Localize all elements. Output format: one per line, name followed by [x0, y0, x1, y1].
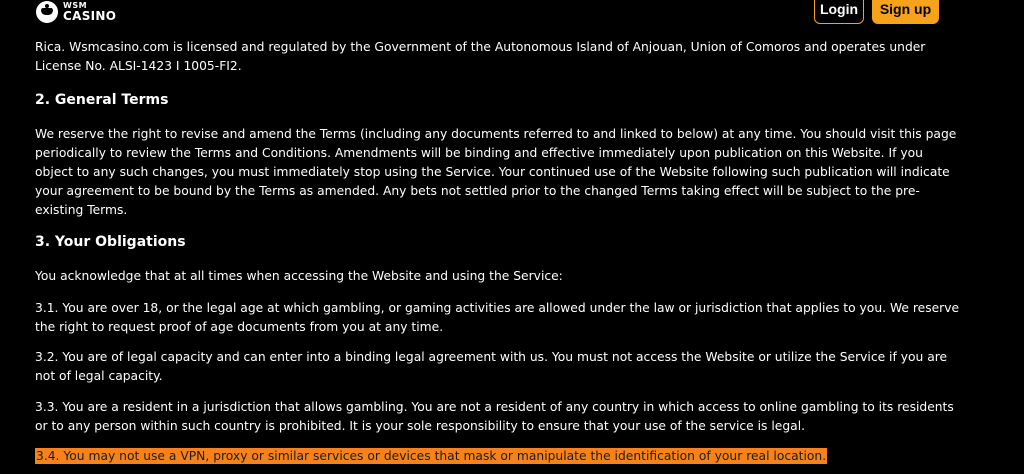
- clause-3-3-line-2: or to any person within such country is …: [35, 419, 806, 433]
- general-terms-line-5: existing Terms.: [35, 203, 128, 217]
- general-terms-line-4: your agreement to be bound by the Terms …: [35, 184, 920, 198]
- general-terms-line-1: We reserve the right to revise and amend…: [35, 127, 957, 141]
- clause-3-4: 3.4. You may not use a VPN, proxy or sim…: [35, 447, 828, 465]
- obligations-heading: 3. Your Obligations: [35, 234, 186, 250]
- clause-3-2-line-2: not of legal capacity.: [35, 369, 163, 383]
- general-terms-line-2: periodically to review the Terms and Con…: [35, 146, 923, 160]
- obligations-intro: You acknowledge that at all times when a…: [35, 269, 563, 283]
- casino-logo-icon: [36, 1, 58, 23]
- general-terms-line-3: object to any such changes, you must imm…: [35, 165, 950, 179]
- clause-3-1-line-2: the right to request proof of age docume…: [35, 320, 444, 334]
- site-logo[interactable]: WSM CASINO: [36, 0, 116, 24]
- clause-3-1-line-1: 3.1. You are over 18, or the legal age a…: [35, 301, 960, 315]
- clause-3-3-line-1: 3.3. You are a resident in a jurisdictio…: [35, 400, 954, 414]
- general-terms-heading: 2. General Terms: [35, 92, 169, 108]
- clause-3-2-line-1: 3.2. You are of legal capacity and can e…: [35, 350, 948, 364]
- signup-button[interactable]: Sign up: [872, 0, 939, 24]
- intro-line-1: Rica. Wsmcasino.com is licensed and regu…: [35, 40, 926, 54]
- top-bar: WSM CASINO Login Sign up: [0, 0, 1024, 30]
- login-button[interactable]: Login: [814, 0, 864, 24]
- logo-big-text: CASINO: [63, 9, 117, 23]
- intro-line-2: License No. ALSI-1423 I 1005-FI2.: [35, 59, 242, 73]
- highlighted-clause-text: 3.4. You may not use a VPN, proxy or sim…: [35, 448, 828, 464]
